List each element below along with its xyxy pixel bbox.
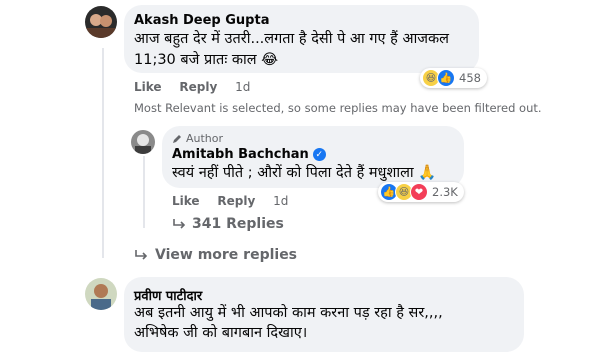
verified-badge-icon: ✓ bbox=[312, 148, 326, 161]
comment-text-line2: अभिषेक जी को बागबान दिखाए। bbox=[134, 325, 308, 341]
comment-author[interactable]: Akash Deep Gupta bbox=[134, 13, 269, 28]
replies-link[interactable]: 341 Replies bbox=[172, 216, 284, 232]
reply-arrow-icon bbox=[135, 250, 148, 260]
pen-icon bbox=[173, 134, 181, 143]
view-more-replies-label: View more replies bbox=[155, 247, 298, 263]
love-icon: ❤ bbox=[410, 183, 428, 201]
timestamp[interactable]: 1d bbox=[273, 194, 288, 208]
reaction-summary-amitabh[interactable]: 👍 😆 ❤ 2.3K bbox=[378, 182, 464, 202]
timestamp[interactable]: 1d bbox=[235, 80, 250, 94]
author-label: Author bbox=[186, 132, 224, 145]
replies-link-label: 341 Replies bbox=[192, 216, 284, 232]
thread-line-reply bbox=[143, 156, 145, 228]
reaction-count: 458 bbox=[459, 71, 481, 85]
comment-actions-akash: Like Reply 1d bbox=[134, 80, 264, 94]
author-label-row: Author bbox=[172, 132, 223, 145]
comment-text-line1: आज बहुत देर में उतरी...लगता है देसी पे आ… bbox=[134, 31, 449, 47]
avatar-praveen[interactable] bbox=[85, 278, 117, 310]
like-icon: 👍 bbox=[437, 69, 455, 87]
reaction-summary-akash[interactable]: 😆 👍 458 bbox=[420, 68, 487, 88]
reply-button[interactable]: Reply bbox=[179, 80, 217, 94]
reply-button[interactable]: Reply bbox=[217, 194, 255, 208]
avatar-image bbox=[85, 14, 117, 38]
comment-actions-amitabh: Like Reply 1d bbox=[172, 194, 302, 208]
comment-text-line1: अब इतनी आयु में भी आपको काम करना पड़ रहा… bbox=[134, 305, 443, 321]
reaction-count: 2.3K bbox=[432, 185, 458, 199]
comment-author[interactable]: प्रवीण पाटीदार bbox=[134, 286, 202, 304]
comment-author-row: Amitabh Bachchan ✓ bbox=[172, 147, 326, 162]
comment-text: स्वयं नहीं पीते ; औरों को पिला देते हैं … bbox=[172, 165, 437, 181]
avatar-akash[interactable] bbox=[85, 6, 117, 38]
filter-note: Most Relevant is selected, so some repli… bbox=[134, 101, 542, 115]
avatar-image bbox=[91, 284, 111, 310]
comment-bubble-akash: Akash Deep Gupta आज बहुत देर में उतरी...… bbox=[124, 5, 479, 73]
avatar-amitabh[interactable] bbox=[131, 130, 155, 154]
thread-line-main bbox=[102, 48, 104, 258]
comment-author[interactable]: Amitabh Bachchan bbox=[172, 147, 309, 162]
like-button[interactable]: Like bbox=[134, 80, 162, 94]
view-more-replies-link[interactable]: View more replies bbox=[134, 247, 297, 263]
like-button[interactable]: Like bbox=[172, 194, 200, 208]
reply-arrow-icon bbox=[173, 219, 186, 229]
comment-text-line2: 11;30 बजे प्रातः काल 😂 bbox=[134, 52, 279, 68]
avatar-image bbox=[135, 134, 151, 154]
comment-bubble-amitabh: Author Amitabh Bachchan ✓ स्वयं नहीं पीत… bbox=[162, 126, 464, 188]
comment-bubble-praveen: प्रवीण पाटीदार अब इतनी आयु में भी आपको क… bbox=[124, 277, 524, 352]
